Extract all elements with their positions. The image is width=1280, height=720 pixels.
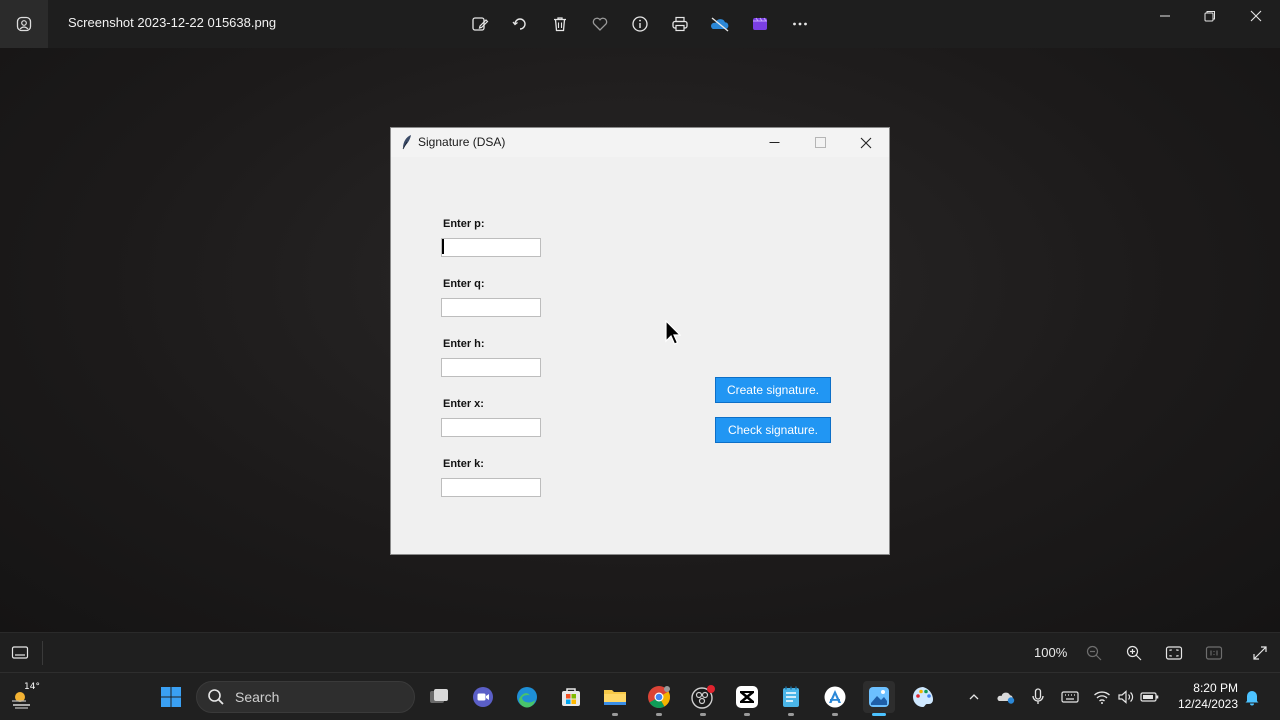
dialog-close-button[interactable]	[843, 128, 889, 157]
label-q: Enter q:	[443, 278, 485, 290]
divider	[42, 641, 43, 665]
feather-icon	[400, 134, 414, 150]
windows-taskbar: 14° Search 8:20 PM 12/24/2023	[0, 672, 1280, 720]
notepad-icon[interactable]	[775, 681, 807, 716]
onedrive-tray-icon[interactable]	[996, 687, 1016, 707]
signature-dialog: Signature (DSA) Enter p: Enter q: Enter …	[390, 127, 890, 555]
store-icon[interactable]	[555, 681, 587, 713]
delete-icon[interactable]	[546, 10, 574, 38]
volume-icon[interactable]	[1116, 687, 1136, 707]
zoom-in-icon[interactable]	[1122, 641, 1146, 665]
input-k[interactable]	[441, 478, 541, 497]
dialog-title-bar: Signature (DSA)	[391, 128, 889, 157]
running-indicator	[744, 713, 750, 716]
more-icon[interactable]	[786, 10, 814, 38]
close-button[interactable]	[1233, 4, 1279, 28]
active-indicator	[872, 713, 886, 716]
input-x[interactable]	[441, 418, 541, 437]
edge-icon[interactable]	[511, 681, 543, 713]
rotate-icon[interactable]	[506, 10, 534, 38]
onedrive-icon[interactable]	[706, 10, 734, 38]
viewer-toolbar	[466, 10, 814, 38]
fit-to-window-icon[interactable]	[1162, 641, 1186, 665]
app-installer-icon[interactable]	[819, 681, 851, 716]
battery-icon[interactable]	[1140, 687, 1160, 707]
system-clock[interactable]: 8:20 PM 12/24/2023	[1170, 680, 1238, 712]
viewer-bottom-bar: 100%	[0, 632, 1280, 672]
photos-icon[interactable]	[863, 681, 895, 716]
paint-icon[interactable]	[907, 681, 939, 713]
label-k: Enter k:	[443, 458, 484, 470]
wifi-icon[interactable]	[1092, 687, 1112, 707]
dialog-maximize-button[interactable]	[797, 128, 843, 157]
taskbar-search[interactable]: Search	[196, 681, 415, 713]
weather-temp: 14°	[24, 682, 40, 692]
running-indicator	[832, 713, 838, 716]
viewer-title-bar: Screenshot 2023-12-22 015638.png	[0, 0, 1280, 48]
show-hidden-icons-icon[interactable]	[964, 687, 984, 707]
running-indicator	[788, 713, 794, 716]
clock-date: 12/24/2023	[1177, 697, 1238, 711]
input-q[interactable]	[441, 298, 541, 317]
zoom-out-icon[interactable]	[1082, 641, 1106, 665]
teams-meet-icon[interactable]	[467, 681, 499, 713]
text-caret	[442, 239, 444, 254]
dialog-title: Signature (DSA)	[418, 135, 506, 149]
mouse-cursor-icon	[665, 319, 682, 348]
photos-app-icon	[0, 0, 48, 48]
search-icon	[208, 689, 224, 705]
start-icon[interactable]	[155, 681, 187, 713]
running-indicator	[656, 713, 662, 716]
running-indicator	[700, 713, 706, 716]
create-signature-button[interactable]: Create signature.	[715, 377, 831, 403]
restore-button[interactable]	[1187, 4, 1233, 28]
input-h[interactable]	[441, 358, 541, 377]
label-h: Enter h:	[443, 338, 485, 350]
running-indicator	[612, 713, 618, 716]
favorite-icon[interactable]	[586, 10, 614, 38]
clock-time: 8:20 PM	[1193, 681, 1238, 695]
capcut-icon[interactable]	[731, 681, 763, 716]
chrome-icon[interactable]	[643, 681, 675, 716]
keyboard-icon[interactable]	[1060, 687, 1080, 707]
check-signature-button[interactable]: Check signature.	[715, 417, 831, 443]
print-icon[interactable]	[666, 10, 694, 38]
file-explorer-icon[interactable]	[599, 681, 631, 716]
input-p[interactable]	[441, 238, 541, 257]
label-p: Enter p:	[443, 218, 485, 230]
task-view-icon[interactable]	[423, 681, 455, 713]
info-icon[interactable]	[626, 10, 654, 38]
label-x: Enter x:	[443, 398, 484, 410]
microphone-icon[interactable]	[1028, 687, 1048, 707]
zoom-level[interactable]: 100%	[1034, 645, 1067, 660]
dialog-minimize-button[interactable]	[751, 128, 797, 157]
obs-studio-icon[interactable]	[687, 681, 719, 716]
minimize-button[interactable]	[1142, 4, 1188, 28]
edit-icon[interactable]	[466, 10, 494, 38]
fullscreen-icon[interactable]	[1248, 641, 1272, 665]
clipchamp-icon[interactable]	[746, 10, 774, 38]
search-placeholder: Search	[235, 689, 280, 705]
notification-bell-icon[interactable]	[1242, 687, 1262, 707]
actual-size-icon[interactable]	[1202, 641, 1226, 665]
filmstrip-icon[interactable]	[8, 641, 32, 665]
file-title: Screenshot 2023-12-22 015638.png	[68, 15, 277, 30]
